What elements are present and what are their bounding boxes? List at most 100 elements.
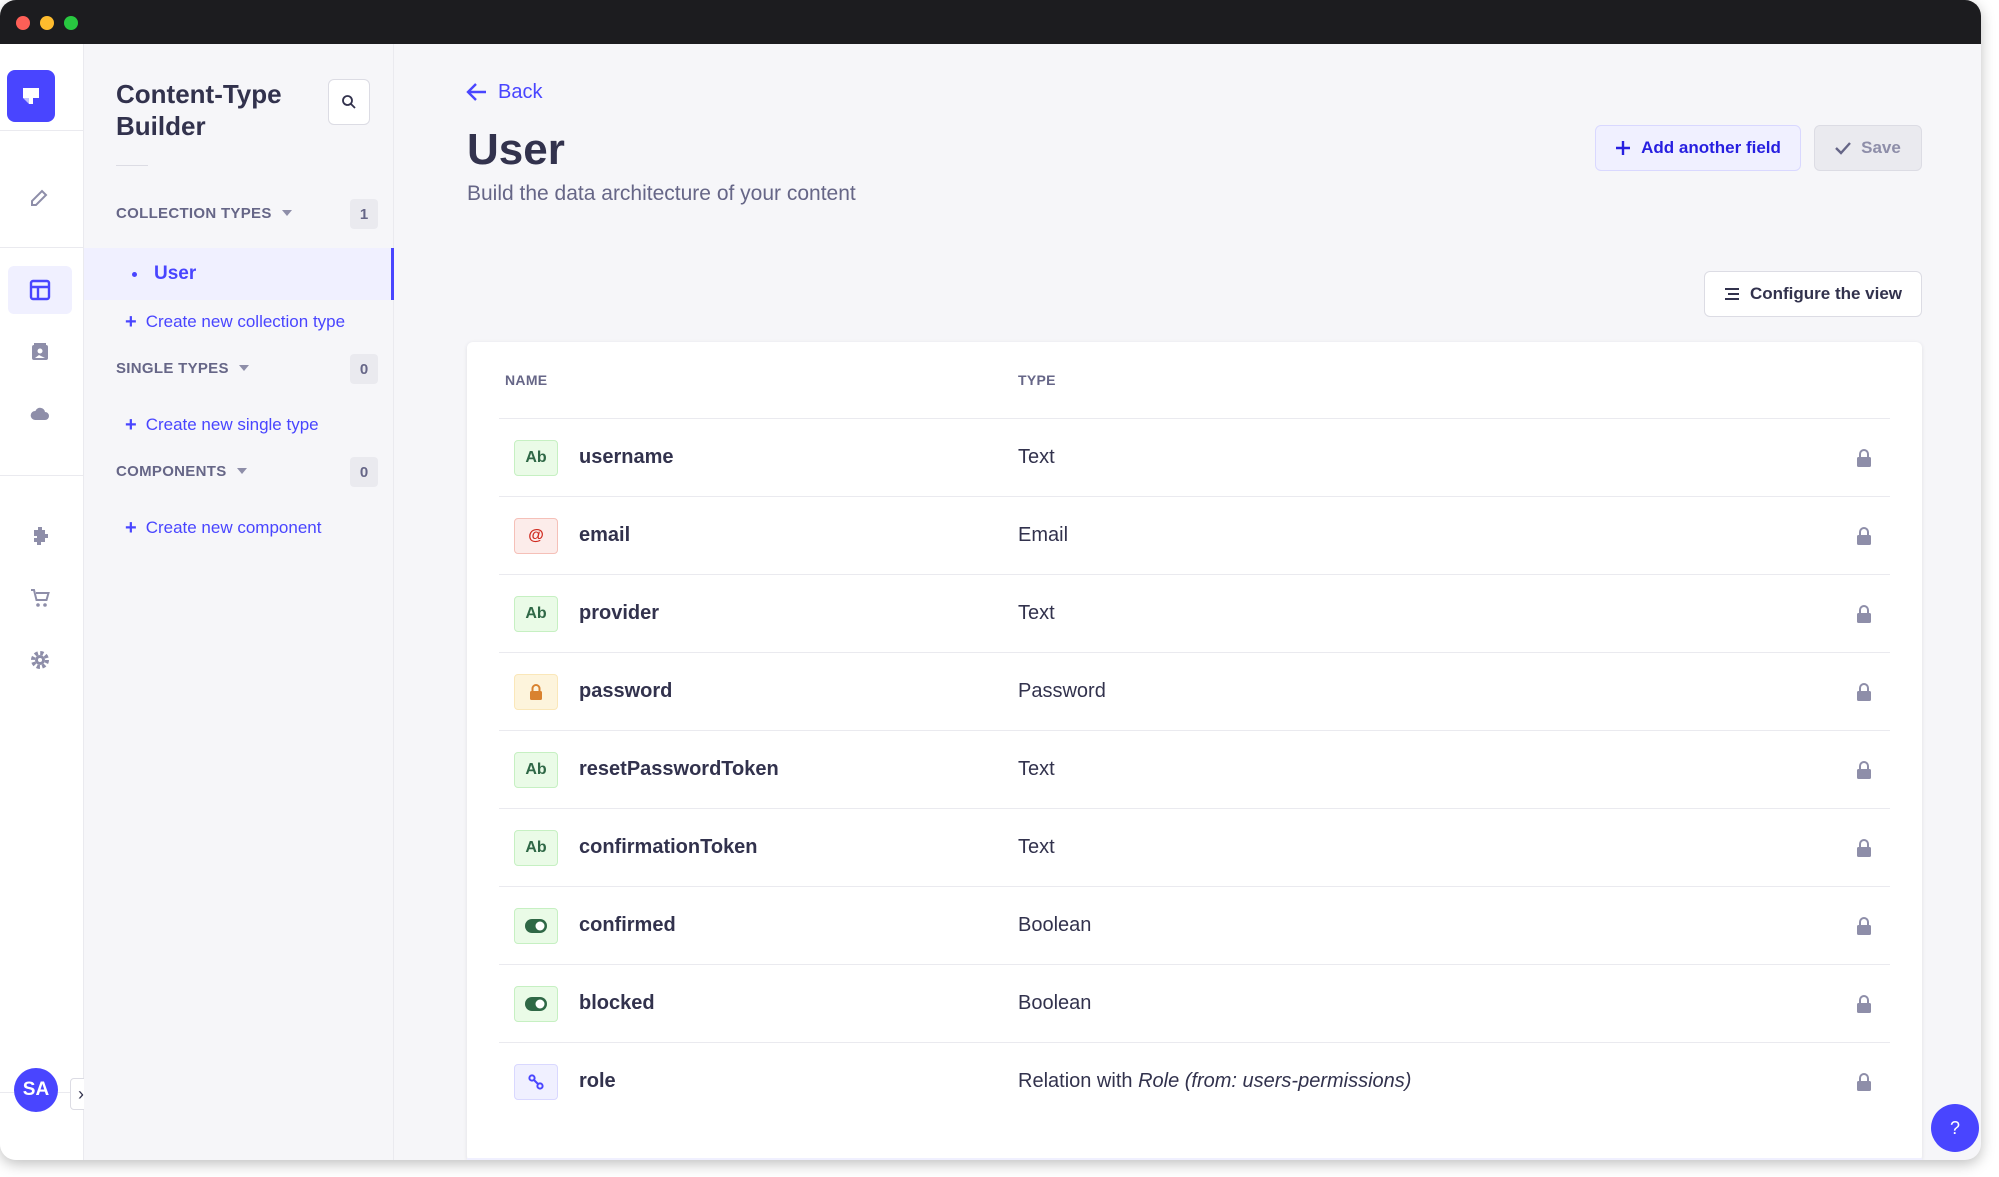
table-row[interactable]: @ email Email <box>499 497 1890 574</box>
lock-icon <box>1855 447 1873 469</box>
field-type: Relation with Role (from: users-permissi… <box>1018 1070 1411 1093</box>
user-avatar[interactable]: SA <box>14 1068 58 1112</box>
text-icon: Ab <box>514 595 558 632</box>
field-name: resetPasswordToken <box>579 758 779 780</box>
text-icon: Ab <box>514 751 558 788</box>
field-name: username <box>579 446 674 468</box>
app-window: SA › Content-Type Builder COLLECTION TYP… <box>0 0 1981 1160</box>
field-name: confirmed <box>579 914 676 936</box>
field-type: Text <box>1018 836 1055 858</box>
field-name: blocked <box>579 992 655 1014</box>
plus-icon <box>1615 140 1631 156</box>
content-manager-icon[interactable] <box>8 173 72 221</box>
field-type: Boolean <box>1018 992 1092 1014</box>
field-type: Boolean <box>1018 914 1092 936</box>
rail-divider <box>0 130 84 131</box>
email-icon: @ <box>514 517 558 554</box>
configure-view-button[interactable]: Configure the view <box>1704 271 1922 317</box>
table-row[interactable]: role Relation with Role (from: users-per… <box>499 1043 1890 1120</box>
lock-icon <box>1855 603 1873 625</box>
content-type-builder-icon[interactable] <box>8 266 72 314</box>
button-label: Add another field <box>1641 138 1781 157</box>
relation-prefix: Relation with <box>1018 1070 1139 1092</box>
back-label: Back <box>498 80 543 103</box>
count-badge: 0 <box>350 457 378 487</box>
lock-icon <box>1855 759 1873 781</box>
search-icon <box>342 95 356 109</box>
field-name: confirmationToken <box>579 836 758 858</box>
link-label: Create new single type <box>145 415 319 434</box>
components-section-header[interactable]: COMPONENTS 0 <box>116 457 378 487</box>
plugins-icon[interactable] <box>8 512 72 560</box>
lock-icon <box>1855 837 1873 859</box>
create-collection-type-link[interactable]: + Create new collection type <box>125 308 345 336</box>
marketplace-cart-icon[interactable] <box>8 574 72 622</box>
field-type: Password <box>1018 680 1106 702</box>
sidebar-item-label: User <box>154 263 197 284</box>
sidebar-item-user[interactable]: User <box>84 248 394 300</box>
lock-icon <box>1855 525 1873 547</box>
lock-icon <box>1855 681 1873 703</box>
field-type: Text <box>1018 758 1055 780</box>
sidebar-title: Content-Type Builder <box>116 79 282 141</box>
rail-divider <box>0 247 84 248</box>
lock-icon <box>1855 993 1873 1015</box>
maximize-window-button[interactable] <box>64 16 78 30</box>
divider <box>116 165 148 166</box>
text-icon: Ab <box>514 829 558 866</box>
add-another-field-button[interactable]: Add another field <box>1595 125 1801 171</box>
title-bar <box>0 0 1981 44</box>
list-settings-icon <box>1724 286 1740 302</box>
section-label: COLLECTION TYPES <box>116 204 272 222</box>
add-field-footer[interactable] <box>467 1158 1922 1160</box>
field-name: password <box>579 680 673 702</box>
table-row[interactable]: password Password <box>499 653 1890 730</box>
arrow-left-icon <box>466 83 486 101</box>
plus-icon: + <box>125 310 137 333</box>
table-row[interactable]: Ab provider Text <box>499 575 1890 652</box>
single-types-section-header[interactable]: SINGLE TYPES 0 <box>116 354 378 384</box>
field-name: provider <box>579 602 660 624</box>
settings-gear-icon[interactable] <box>8 636 72 684</box>
text-icon: Ab <box>514 439 558 476</box>
table-row[interactable]: confirmed Boolean <box>499 887 1890 964</box>
caret-down-icon <box>238 365 249 371</box>
plus-icon: + <box>125 516 137 539</box>
help-button[interactable]: ? <box>1931 1104 1979 1152</box>
button-label: Save <box>1861 138 1901 157</box>
lock-icon <box>1855 1071 1873 1093</box>
strapi-logo-icon[interactable] <box>7 70 55 122</box>
cloud-icon[interactable] <box>8 390 72 438</box>
field-type: Text <box>1018 602 1055 624</box>
table-row[interactable]: blocked Boolean <box>499 965 1890 1042</box>
minimize-window-button[interactable] <box>40 16 54 30</box>
media-library-icon[interactable] <box>8 328 72 376</box>
boolean-icon <box>514 985 558 1022</box>
table-row[interactable]: Ab username Text <box>499 419 1890 496</box>
search-button[interactable] <box>328 79 370 125</box>
content-type-builder-sidebar: Content-Type Builder COLLECTION TYPES 1 … <box>84 44 394 1160</box>
main-nav-rail <box>0 44 84 1160</box>
page-title: User <box>467 125 565 174</box>
plus-icon: + <box>125 413 137 436</box>
button-label: Configure the view <box>1749 284 1903 303</box>
link-label: Create new component <box>145 518 322 537</box>
create-component-link[interactable]: + Create new component <box>125 514 321 542</box>
create-single-type-link[interactable]: + Create new single type <box>125 411 319 439</box>
field-name: email <box>579 524 631 546</box>
table-row[interactable]: Ab resetPasswordToken Text <box>499 731 1890 808</box>
caret-down-icon <box>281 210 292 216</box>
caret-down-icon <box>236 468 247 474</box>
close-window-button[interactable] <box>16 16 30 30</box>
fields-table: NAME TYPE Ab username Text @ email Email <box>467 342 1922 1160</box>
bullet-icon <box>132 271 137 277</box>
column-header-name: NAME <box>505 372 548 388</box>
collection-types-section-header[interactable]: COLLECTION TYPES 1 <box>116 199 378 229</box>
back-link[interactable]: Back <box>466 78 542 106</box>
check-icon <box>1835 141 1852 155</box>
page-subtitle: Build the data architecture of your cont… <box>467 182 856 205</box>
field-type: Email <box>1018 524 1069 546</box>
table-row[interactable]: Ab confirmationToken Text <box>499 809 1890 886</box>
save-button[interactable]: Save <box>1814 125 1922 171</box>
section-label: SINGLE TYPES <box>116 359 229 377</box>
